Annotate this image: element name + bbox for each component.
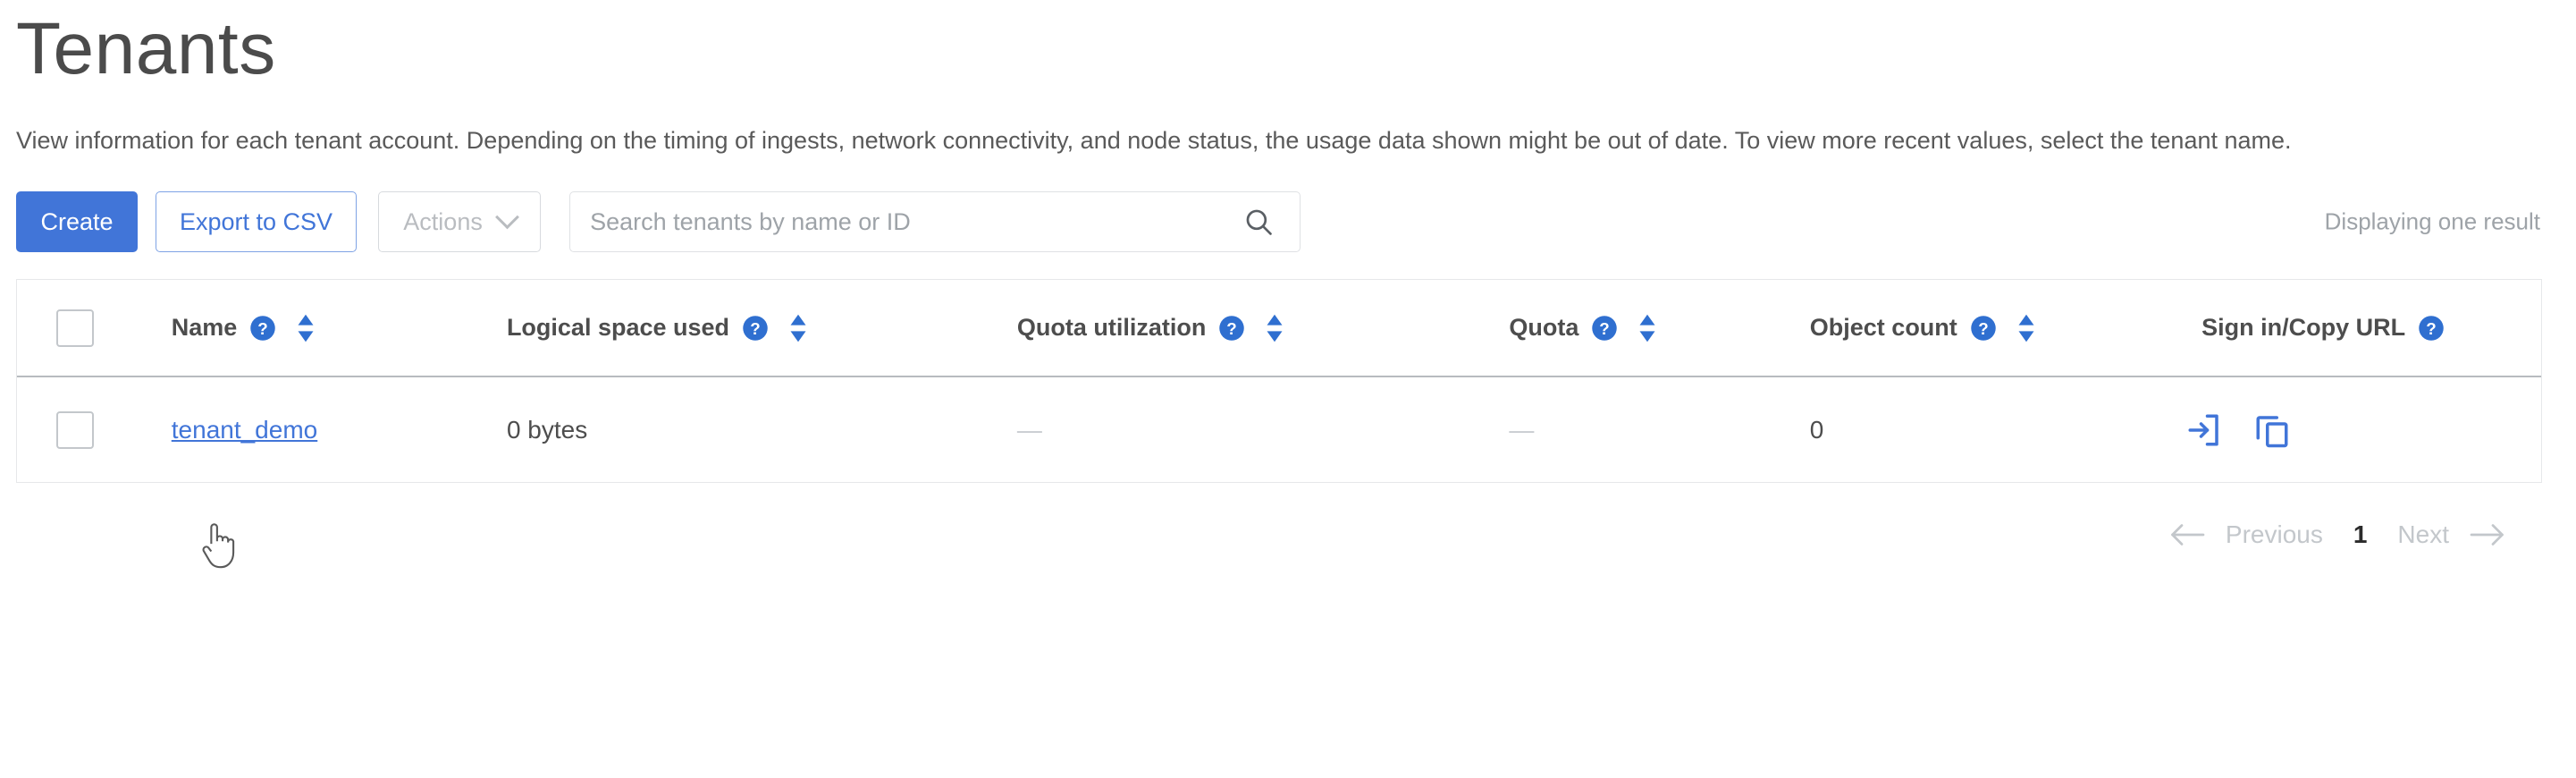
column-label: Name [171,314,238,342]
help-circle-icon[interactable]: ? [1218,315,1245,342]
pagination-previous-button[interactable]: Previous [2226,520,2323,549]
table-header: Name ? Logical space used ? Quota utiliz… [17,280,2541,378]
sort-arrows-icon[interactable] [787,313,810,343]
column-header-sign-in-copy-url: Sign in/Copy URL ? [2176,280,2541,378]
select-all-checkbox[interactable] [56,309,94,347]
help-circle-icon[interactable]: ? [249,315,276,342]
svg-text:?: ? [258,319,268,338]
cell-object-count: 0 [1785,376,2176,482]
column-header-name[interactable]: Name ? [146,280,482,378]
sign-in-icon[interactable] [2185,411,2223,449]
column-header-quota-utilization[interactable]: Quota utilization ? [991,280,1485,378]
logical-space-value: 0 bytes [506,415,588,444]
create-button[interactable]: Create [16,191,138,253]
tenant-name-link[interactable]: tenant_demo [172,416,317,444]
help-circle-icon[interactable]: ? [2418,315,2445,342]
svg-text:?: ? [2426,319,2436,338]
search-input[interactable] [569,191,1301,253]
svg-text:?: ? [750,319,760,338]
sort-arrows-icon[interactable] [1636,313,1659,343]
column-label: Object count [1809,314,1957,342]
toolbar: Create Export to CSV Actions Displaying … [16,191,2576,253]
actions-dropdown-button[interactable]: Actions [378,191,542,253]
table-row: tenant_demo 0 bytes — — 0 [17,376,2541,482]
column-label: Quota [1509,314,1579,342]
help-circle-icon[interactable]: ? [1591,315,1618,342]
pagination: Previous 1 Next [16,520,2576,549]
page-title: Tenants [16,8,276,89]
column-header-logical-space-used[interactable]: Logical space used ? [481,280,992,378]
export-to-csv-button[interactable]: Export to CSV [156,191,358,253]
quota-utilization-value: — [1016,415,1042,444]
page-description: View information for each tenant account… [16,127,2292,154]
table-header-row: Name ? Logical space used ? Quota utiliz… [17,280,2541,378]
help-circle-icon[interactable]: ? [1970,315,1997,342]
actions-label: Actions [403,207,483,235]
pagination-current-page[interactable]: 1 [2353,520,2368,549]
column-header-quota[interactable]: Quota ? [1484,280,1785,378]
pagination-next-button[interactable]: Next [2397,520,2449,549]
tenants-table: Name ? Logical space used ? Quota utiliz… [17,280,2541,482]
cell-name: tenant_demo [147,376,482,482]
copy-icon[interactable] [2253,411,2291,449]
select-all-cell [17,280,147,378]
row-checkbox[interactable] [56,410,94,449]
chevron-down-icon [494,205,519,230]
tenants-page: Tenants View information for each tenant… [0,0,2576,778]
column-label: Sign in/Copy URL [2201,314,2406,342]
arrow-right-icon[interactable] [2469,521,2506,548]
svg-text:?: ? [1600,319,1610,338]
cell-quota-utilization: — [992,376,1485,482]
cell-sign-in-copy-url [2176,376,2541,482]
column-label: Quota utilization [1016,314,1207,342]
search-field [569,191,1301,253]
tenants-table-container: Name ? Logical space used ? Quota utiliz… [16,279,2542,484]
sort-arrows-icon[interactable] [2015,313,2038,343]
quota-value: — [1509,415,1535,444]
row-select-cell [17,376,147,482]
sort-arrows-icon[interactable] [294,313,317,343]
object-count-value: 0 [1809,415,1824,444]
sort-arrows-icon[interactable] [1263,313,1286,343]
svg-text:?: ? [1227,319,1237,338]
cell-quota: — [1484,376,1784,482]
svg-text:?: ? [1978,319,1988,338]
results-count: Displaying one result [2324,207,2540,235]
column-label: Logical space used [506,314,730,342]
help-circle-icon[interactable]: ? [742,315,769,342]
column-header-object-count[interactable]: Object count ? [1784,280,2177,378]
arrow-left-icon[interactable] [2168,521,2206,548]
cell-logical-space-used: 0 bytes [482,376,992,482]
table-body: tenant_demo 0 bytes — — 0 [17,376,2541,482]
